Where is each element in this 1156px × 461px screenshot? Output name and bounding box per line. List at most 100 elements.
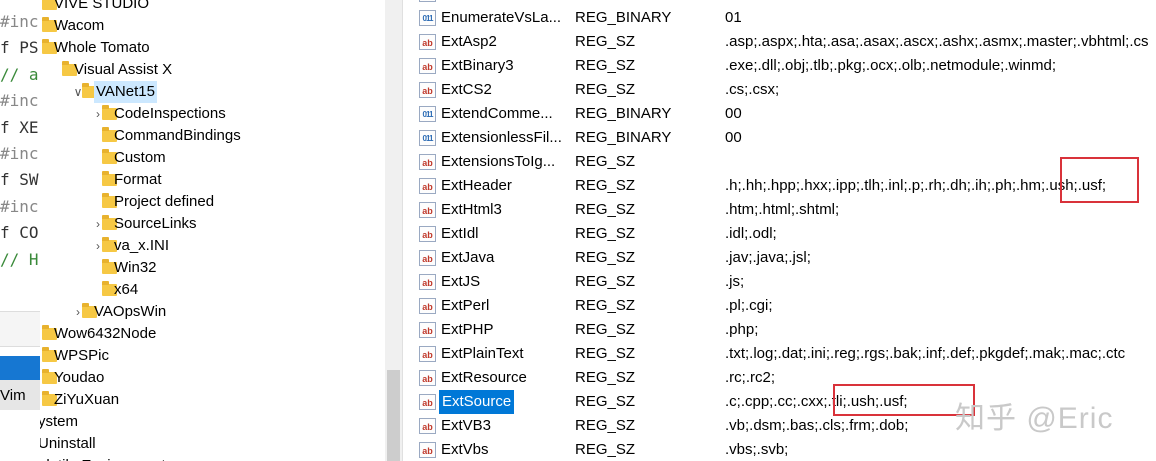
vim-label: Vim	[0, 387, 26, 404]
binary-value-icon: 011	[419, 130, 436, 146]
value-data: .asp;.aspx;.hta;.asa;.asax;.ascx;.ashx;.…	[725, 33, 1149, 50]
value-type: REG_SZ	[575, 33, 636, 50]
value-row[interactable]: 011 EnumerateVsLa... REG_BINARY 01	[413, 6, 1156, 30]
value-row[interactable]: ab ExtPHP REG_SZ .php;	[413, 318, 1156, 342]
tree-item[interactable]: VIVE STUDIO	[40, 0, 385, 15]
value-data: .vbs;.svb;	[725, 441, 789, 458]
value-row[interactable]: ab ExtCS2 REG_SZ .cs;.csx;	[413, 78, 1156, 102]
value-data: .idl;.odl;	[725, 225, 777, 242]
value-type: REG_BINARY	[575, 9, 672, 26]
tree-item[interactable]: WPSPic	[40, 345, 385, 367]
tree-item[interactable]: Win32	[40, 257, 385, 279]
tree-item-label: olatile Environment	[40, 455, 166, 461]
registry-key-tree[interactable]: VIVE STUDIO Wacom Whole Tomato Visual Assis…	[40, 0, 385, 461]
tree-item[interactable]: Project defined	[40, 191, 385, 213]
value-name: ExtJava	[441, 249, 495, 266]
tree-scrollbar[interactable]	[385, 0, 402, 461]
tree-item[interactable]: Format	[40, 169, 385, 191]
value-name: EnumerateVsLa...	[441, 9, 562, 26]
tree-item[interactable]: olatile Environment	[40, 455, 385, 461]
tree-item[interactable]: Wacom	[40, 15, 385, 37]
code-line: #inc	[0, 196, 39, 216]
tree-item[interactable]: Whole Tomato	[40, 37, 385, 59]
value-type: REG_SZ	[575, 417, 636, 434]
value-name: ExtHeader	[441, 177, 512, 194]
tree-item[interactable]: › CodeInspections	[40, 103, 385, 125]
value-data: .jav;.java;.jsl;	[725, 249, 811, 266]
tree-item[interactable]: › va_x.INI	[40, 235, 385, 257]
value-type: REG_SZ	[575, 297, 636, 314]
registry-values-list[interactable]: 011 011 EnumerateVsLa... REG_BINARY 01 ab ExtA…	[413, 0, 1156, 461]
tree-item[interactable]: Visual Assist X	[40, 59, 385, 81]
value-row[interactable]: ab ExtensionsToIg... REG_SZ	[413, 150, 1156, 174]
watermark: 知乎 @Eric	[955, 402, 1114, 435]
code-editor-strip: #inc f PS // a #inc f XE #inc f SW #inc f CO // H…	[0, 0, 40, 461]
editor-input-bar[interactable]	[0, 311, 40, 347]
tree-item[interactable]: ZiYuXuan	[40, 389, 385, 411]
value-data: .php;	[725, 321, 759, 338]
tree-item-label: ZiYuXuan	[54, 391, 120, 408]
value-data: 00	[725, 105, 742, 122]
value-row[interactable]: ab ExtVbs REG_SZ .vbs;.svb;	[413, 438, 1156, 461]
value-row[interactable]: 011 ExtendComme... REG_BINARY 00	[413, 102, 1156, 126]
value-name: ExtensionsToIg...	[441, 153, 556, 170]
value-row[interactable]: ab ExtJava REG_SZ .jav;.java;.jsl;	[413, 246, 1156, 270]
value-row[interactable]: ab ExtHeader REG_SZ .h;.hh;.hpp;.hxx;.ipp;.…	[413, 174, 1156, 198]
value-data: .cs;.csx;	[725, 81, 780, 98]
tree-item[interactable]: Uninstall	[40, 433, 385, 455]
value-name: ExtSource	[439, 390, 515, 414]
value-type: REG_SZ	[575, 369, 636, 386]
value-row[interactable]: ab ExtJS REG_SZ .js;	[413, 270, 1156, 294]
binary-value-icon: 011	[419, 0, 436, 2]
tree-scrollbar-thumb[interactable]	[387, 370, 400, 461]
tree-item[interactable]: › VAOpsWin	[40, 301, 385, 323]
tree-item[interactable]: Custom	[40, 147, 385, 169]
code-line: f XE	[0, 117, 39, 137]
tree-item[interactable]: x64	[40, 279, 385, 301]
string-value-icon: ab	[419, 274, 436, 290]
value-data: .pl;.cgi;	[725, 297, 773, 314]
value-row[interactable]: 011 ExtensionlessFil... REG_BINARY 00	[413, 126, 1156, 150]
value-name: ExtPHP	[441, 321, 494, 338]
value-row[interactable]: ab ExtBinary3 REG_SZ .exe;.dll;.obj;.tlb;.p…	[413, 54, 1156, 78]
tree-item[interactable]: › SourceLinks	[40, 213, 385, 235]
tree-item[interactable]: ∨ VANet15	[40, 81, 385, 103]
tree-item-label: VAOpsWin	[94, 303, 167, 320]
value-name: ExtVbs	[441, 441, 489, 458]
tree-item-label: Visual Assist X	[74, 61, 173, 78]
value-type: REG_SZ	[575, 345, 636, 362]
tree-item[interactable]: CommandBindings	[40, 125, 385, 147]
value-data: .htm;.html;.shtml;	[725, 201, 840, 218]
value-row[interactable]: ab ExtHtml3 REG_SZ .htm;.html;.shtml;	[413, 198, 1156, 222]
editor-status-bar	[0, 356, 40, 380]
tree-item[interactable]: Wow6432Node	[40, 323, 385, 345]
tree-item[interactable]: ystem	[40, 411, 385, 433]
value-name: ExtResource	[441, 369, 527, 386]
code-line: #inc	[0, 144, 39, 163]
value-data: .js;	[725, 273, 745, 290]
value-name: ExtBinary3	[441, 57, 514, 74]
value-type: REG_SZ	[575, 201, 636, 218]
value-data: .rc;.rc2;	[725, 369, 776, 386]
code-line: f CO	[0, 223, 39, 243]
value-row[interactable]: ab ExtPlainText REG_SZ .txt;.log;.dat;.ini;…	[413, 342, 1156, 366]
value-name: ExtAsp2	[441, 33, 497, 50]
value-row[interactable]: ab ExtIdl REG_SZ .idl;.odl;	[413, 222, 1156, 246]
string-value-icon: ab	[419, 178, 436, 194]
value-data: .h;.hh;.hpp;.hxx;.ipp;.tlh;.inl;.p;.rh;.…	[725, 177, 1107, 194]
string-value-icon: ab	[419, 202, 436, 218]
string-value-icon: ab	[419, 250, 436, 266]
tree-item-label: Custom	[114, 149, 166, 166]
value-name: ExtJS	[441, 273, 481, 290]
value-row[interactable]: ab ExtResource REG_SZ .rc;.rc2;	[413, 366, 1156, 390]
tree-item-label: VIVE STUDIO	[54, 0, 150, 12]
binary-value-icon: 011	[419, 106, 436, 122]
tree-item-label: Win32	[114, 259, 157, 276]
tree-item[interactable]: Youdao	[40, 367, 385, 389]
value-row[interactable]: ab ExtAsp2 REG_SZ .asp;.aspx;.hta;.asa;.asa…	[413, 30, 1156, 54]
string-value-icon: ab	[419, 442, 436, 458]
code-line: // H	[0, 249, 39, 269]
tree-item-label: WPSPic	[54, 347, 110, 364]
value-type: REG_BINARY	[575, 105, 672, 122]
value-row[interactable]: ab ExtPerl REG_SZ .pl;.cgi;	[413, 294, 1156, 318]
